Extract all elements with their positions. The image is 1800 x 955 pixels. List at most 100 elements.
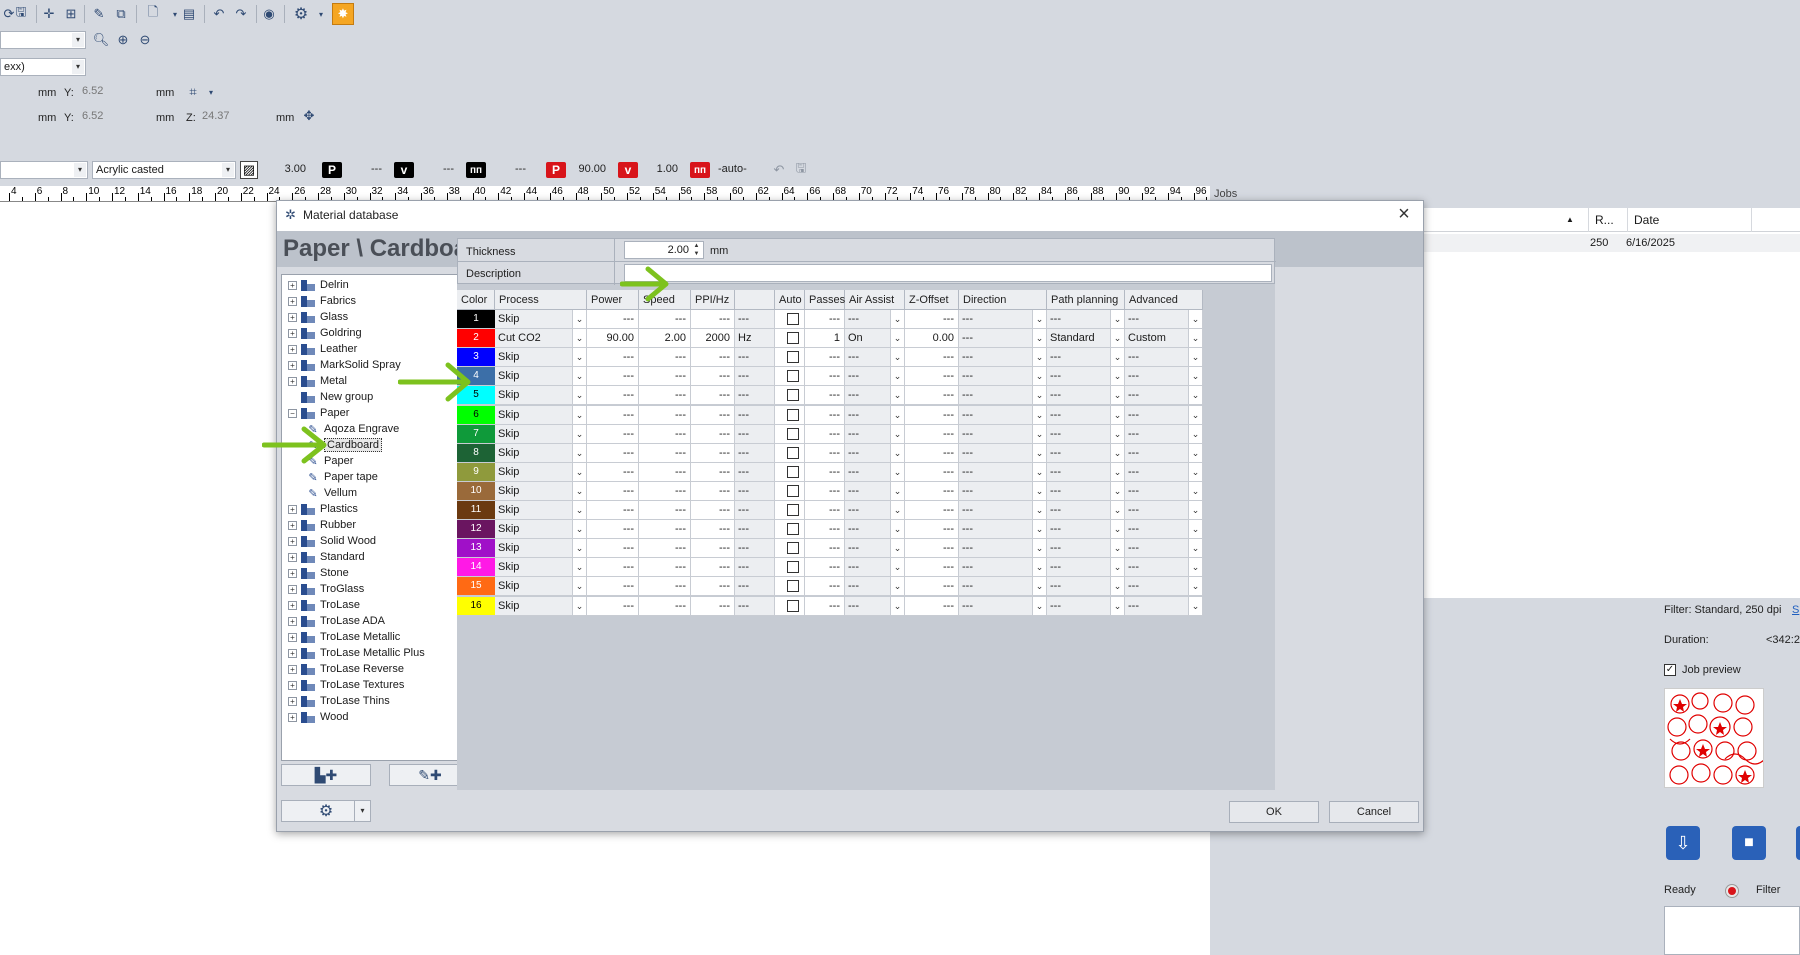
zoom-in-icon[interactable]: ⊕ (114, 31, 132, 49)
collapse-icon[interactable]: − (288, 408, 297, 418)
grid-cell-ppi[interactable]: --- (691, 424, 735, 444)
grid-cell-zoff[interactable]: --- (905, 443, 959, 463)
chevron-down-icon[interactable]: ⌄ (1188, 348, 1202, 367)
chevron-down-icon[interactable]: ⌄ (572, 443, 586, 462)
grid-cell-adv[interactable]: --- ⌄ (1125, 539, 1203, 559)
font-combo[interactable]: exx) ▾ (0, 58, 86, 76)
grid-cell-process[interactable]: Cut CO2 ⌄ (495, 329, 587, 349)
col-color[interactable]: Color (457, 290, 495, 310)
col-passes[interactable]: Passes (805, 290, 845, 310)
chevron-down-icon[interactable]: ⌄ (572, 501, 586, 519)
tree-group[interactable]: + Goldring (288, 325, 362, 341)
tree-group[interactable]: + Metal (288, 373, 347, 389)
chevron-down-icon[interactable]: ⌄ (1110, 310, 1124, 328)
grid-cell-unit[interactable]: --- (735, 462, 775, 482)
grid-cell-ppi[interactable]: --- (691, 501, 735, 520)
zoom-out-icon[interactable]: ⊖ (136, 31, 154, 49)
grid-cell-air[interactable]: --- ⌄ (845, 405, 905, 425)
grid-cell-air[interactable]: On ⌄ (845, 329, 905, 349)
revert-icon[interactable]: ↶ (770, 161, 788, 179)
grid-cell-adv[interactable]: --- ⌄ (1125, 481, 1203, 501)
chevron-down-icon[interactable]: ⌄ (1110, 424, 1124, 443)
tree-group[interactable]: + TroLase Metallic Plus (288, 645, 425, 661)
tree-group[interactable]: + TroLase Metallic (288, 629, 400, 645)
tree-group[interactable]: + TroLase Reverse (288, 661, 404, 677)
grid-cell-speed[interactable]: --- (639, 577, 691, 597)
grid-cell-zoff[interactable]: --- (905, 481, 959, 501)
grid-cell-unit[interactable]: --- (735, 577, 775, 597)
grid-cell-passes[interactable]: --- (805, 424, 845, 444)
grid-cell-path[interactable]: --- ⌄ (1047, 443, 1125, 463)
grid-cell-adv[interactable]: --- ⌄ (1125, 577, 1203, 597)
grid-cell-unit[interactable]: --- (735, 501, 775, 520)
tree-group[interactable]: + Solid Wood (288, 533, 376, 549)
grid-cell-auto[interactable] (775, 405, 805, 425)
tree-group[interactable]: + Stone (288, 565, 349, 581)
expand-icon[interactable]: + (288, 712, 297, 722)
grid-cell-adv[interactable]: --- ⌄ (1125, 501, 1203, 520)
grid-cell-process[interactable]: Skip ⌄ (495, 462, 587, 482)
grid-cell-dir[interactable]: --- ⌄ (959, 329, 1047, 349)
chevron-down-icon[interactable]: ⌄ (1188, 520, 1202, 539)
chevron-down-icon[interactable]: ⌄ (1032, 348, 1046, 367)
job-preview-checkbox[interactable]: ✓ (1664, 664, 1676, 676)
chevron-down-icon[interactable]: ⌄ (572, 539, 586, 558)
expand-icon[interactable]: + (288, 568, 297, 578)
grid-cell-dir[interactable]: --- ⌄ (959, 443, 1047, 463)
y-position-field[interactable]: 6.52 (78, 83, 154, 101)
chevron-down-icon[interactable]: ⌄ (572, 481, 586, 500)
expand-icon[interactable]: + (288, 616, 297, 626)
grid-cell-speed[interactable]: --- (639, 424, 691, 444)
auto-checkbox[interactable] (787, 408, 799, 421)
color-swatch[interactable]: 16 (457, 596, 495, 616)
grid-cell-power[interactable]: --- (587, 424, 639, 444)
grid-cell-power[interactable]: --- (587, 310, 639, 329)
grid-cell-path[interactable]: --- ⌄ (1047, 310, 1125, 329)
grid-cell-power[interactable]: --- (587, 462, 639, 482)
grid-cell-air[interactable]: --- ⌄ (845, 520, 905, 540)
grid-cell-path[interactable]: --- ⌄ (1047, 386, 1125, 406)
grid-cell-air[interactable]: --- ⌄ (845, 348, 905, 368)
grid-cell-adv[interactable]: --- ⌄ (1125, 558, 1203, 578)
grid-cell-zoff[interactable]: --- (905, 462, 959, 482)
grid-cell-path[interactable]: Standard ⌄ (1047, 329, 1125, 349)
grid-cell-ppi[interactable]: --- (691, 348, 735, 368)
description-input[interactable] (624, 264, 1272, 282)
grid-cell-auto[interactable] (775, 577, 805, 597)
grid-cell-ppi[interactable]: --- (691, 443, 735, 463)
grid-cell-speed[interactable]: 2.00 (639, 329, 691, 349)
grid-cell-auto[interactable] (775, 424, 805, 444)
chevron-down-icon[interactable]: ⌄ (1110, 596, 1124, 615)
chevron-down-icon[interactable]: ⌄ (1032, 405, 1046, 424)
jobs-col-resolution[interactable]: R... (1588, 208, 1628, 232)
grid-cell-unit[interactable]: --- (735, 348, 775, 368)
chevron-down-icon[interactable]: ⌄ (1032, 386, 1046, 405)
grid-cell-auto[interactable] (775, 310, 805, 329)
grid-cell-speed[interactable]: --- (639, 481, 691, 501)
grid-cell-passes[interactable]: 1 (805, 329, 845, 349)
grid-cell-dir[interactable]: --- ⌄ (959, 539, 1047, 559)
node-add-icon[interactable]: ⊞ (62, 5, 80, 23)
chevron-down-icon[interactable]: ⌄ (890, 462, 904, 481)
auto-checkbox[interactable] (787, 542, 799, 555)
grid-cell-zoff[interactable]: --- (905, 348, 959, 368)
grid-cell-dir[interactable]: --- ⌄ (959, 462, 1047, 482)
grid-cell-ppi[interactable]: --- (691, 462, 735, 482)
color-swatch[interactable]: 10 (457, 481, 495, 501)
grid-cell-dir[interactable]: --- ⌄ (959, 577, 1047, 597)
color-swatch[interactable]: 15 (457, 577, 495, 597)
grid-cell-unit[interactable]: --- (735, 386, 775, 406)
grid-cell-ppi[interactable]: --- (691, 386, 735, 406)
col-z-offset[interactable]: Z-Offset (905, 290, 959, 310)
chevron-down-icon[interactable]: ⌄ (1110, 405, 1124, 424)
tree-group[interactable]: +New group (288, 389, 373, 405)
grid-cell-zoff[interactable]: --- (905, 501, 959, 520)
grid-cell-ppi[interactable]: 2000 (691, 329, 735, 349)
chevron-down-icon[interactable]: ⌄ (890, 424, 904, 443)
grid-cell-path[interactable]: --- ⌄ (1047, 462, 1125, 482)
grid-cell-passes[interactable]: --- (805, 481, 845, 501)
chevron-down-icon[interactable]: ⌄ (1110, 367, 1124, 386)
color-swatch[interactable]: 2 (457, 329, 495, 349)
zoom-icon[interactable]: 🔍︎ (92, 31, 110, 49)
z-field[interactable]: 24.37 (198, 108, 274, 126)
